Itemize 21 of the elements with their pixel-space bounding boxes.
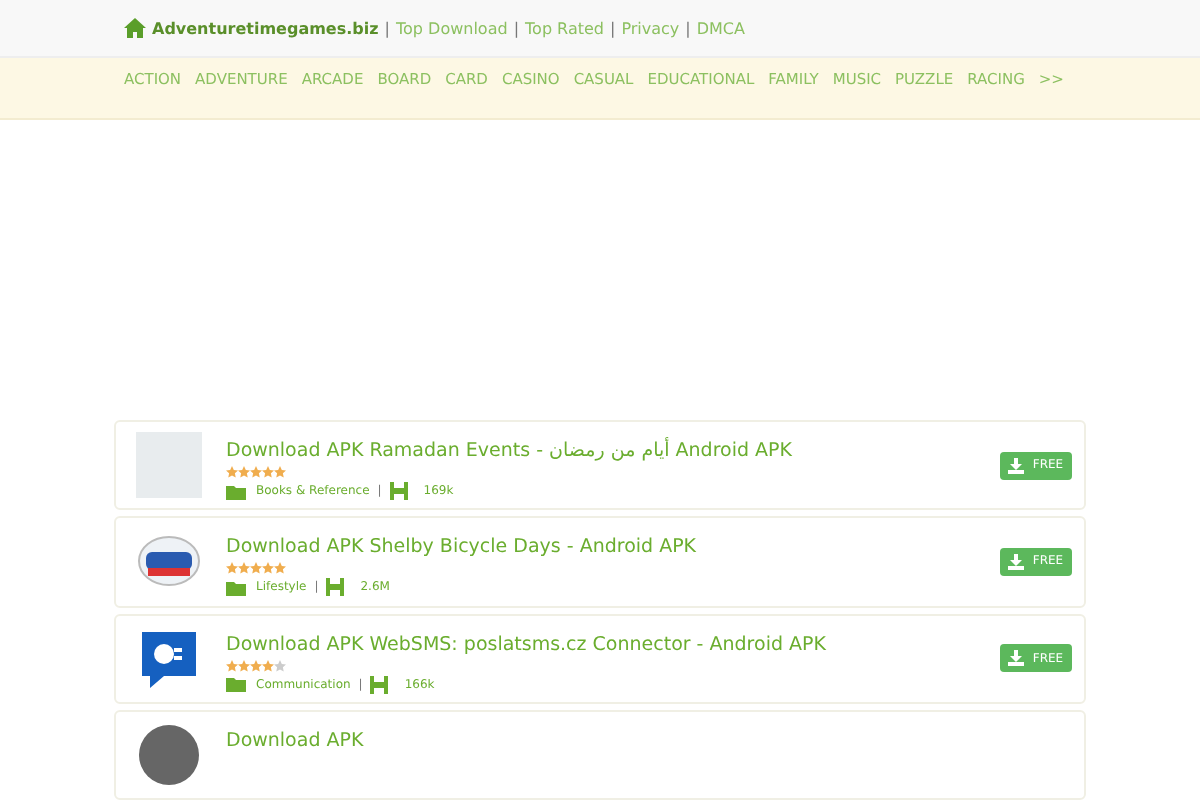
header-link[interactable]: Top Rated <box>525 19 604 37</box>
folder-icon <box>226 579 248 596</box>
separator-text: | <box>685 19 691 37</box>
app-icon <box>136 721 202 788</box>
separator-text: | <box>384 19 390 37</box>
header-link[interactable]: Top Download <box>396 19 508 37</box>
app-title-link[interactable]: Download APK <box>226 729 1072 752</box>
download-icon <box>1008 553 1025 570</box>
header-link[interactable]: DMCA <box>696 19 745 37</box>
home-icon[interactable] <box>124 18 146 38</box>
folder-icon <box>226 676 248 692</box>
folder-icon <box>226 483 248 499</box>
app-title-link[interactable]: Download APK WebSMS: poslatsms.cz Connector - Android APK <box>226 633 976 655</box>
separator-text: | <box>513 19 520 37</box>
download-icon <box>1008 457 1025 474</box>
header-link[interactable]: Privacy <box>621 19 680 37</box>
app-title-link[interactable]: Download APK Shelby Bicycle Days - Android APK <box>226 536 976 559</box>
app-title-link[interactable]: Download APK Ramadan Events - أيام من رمضان Android APK <box>226 440 976 462</box>
download-icon <box>1008 650 1025 667</box>
site-link[interactable]: Adventuretimegames.biz <box>152 19 379 37</box>
separator-text: | <box>609 19 616 37</box>
